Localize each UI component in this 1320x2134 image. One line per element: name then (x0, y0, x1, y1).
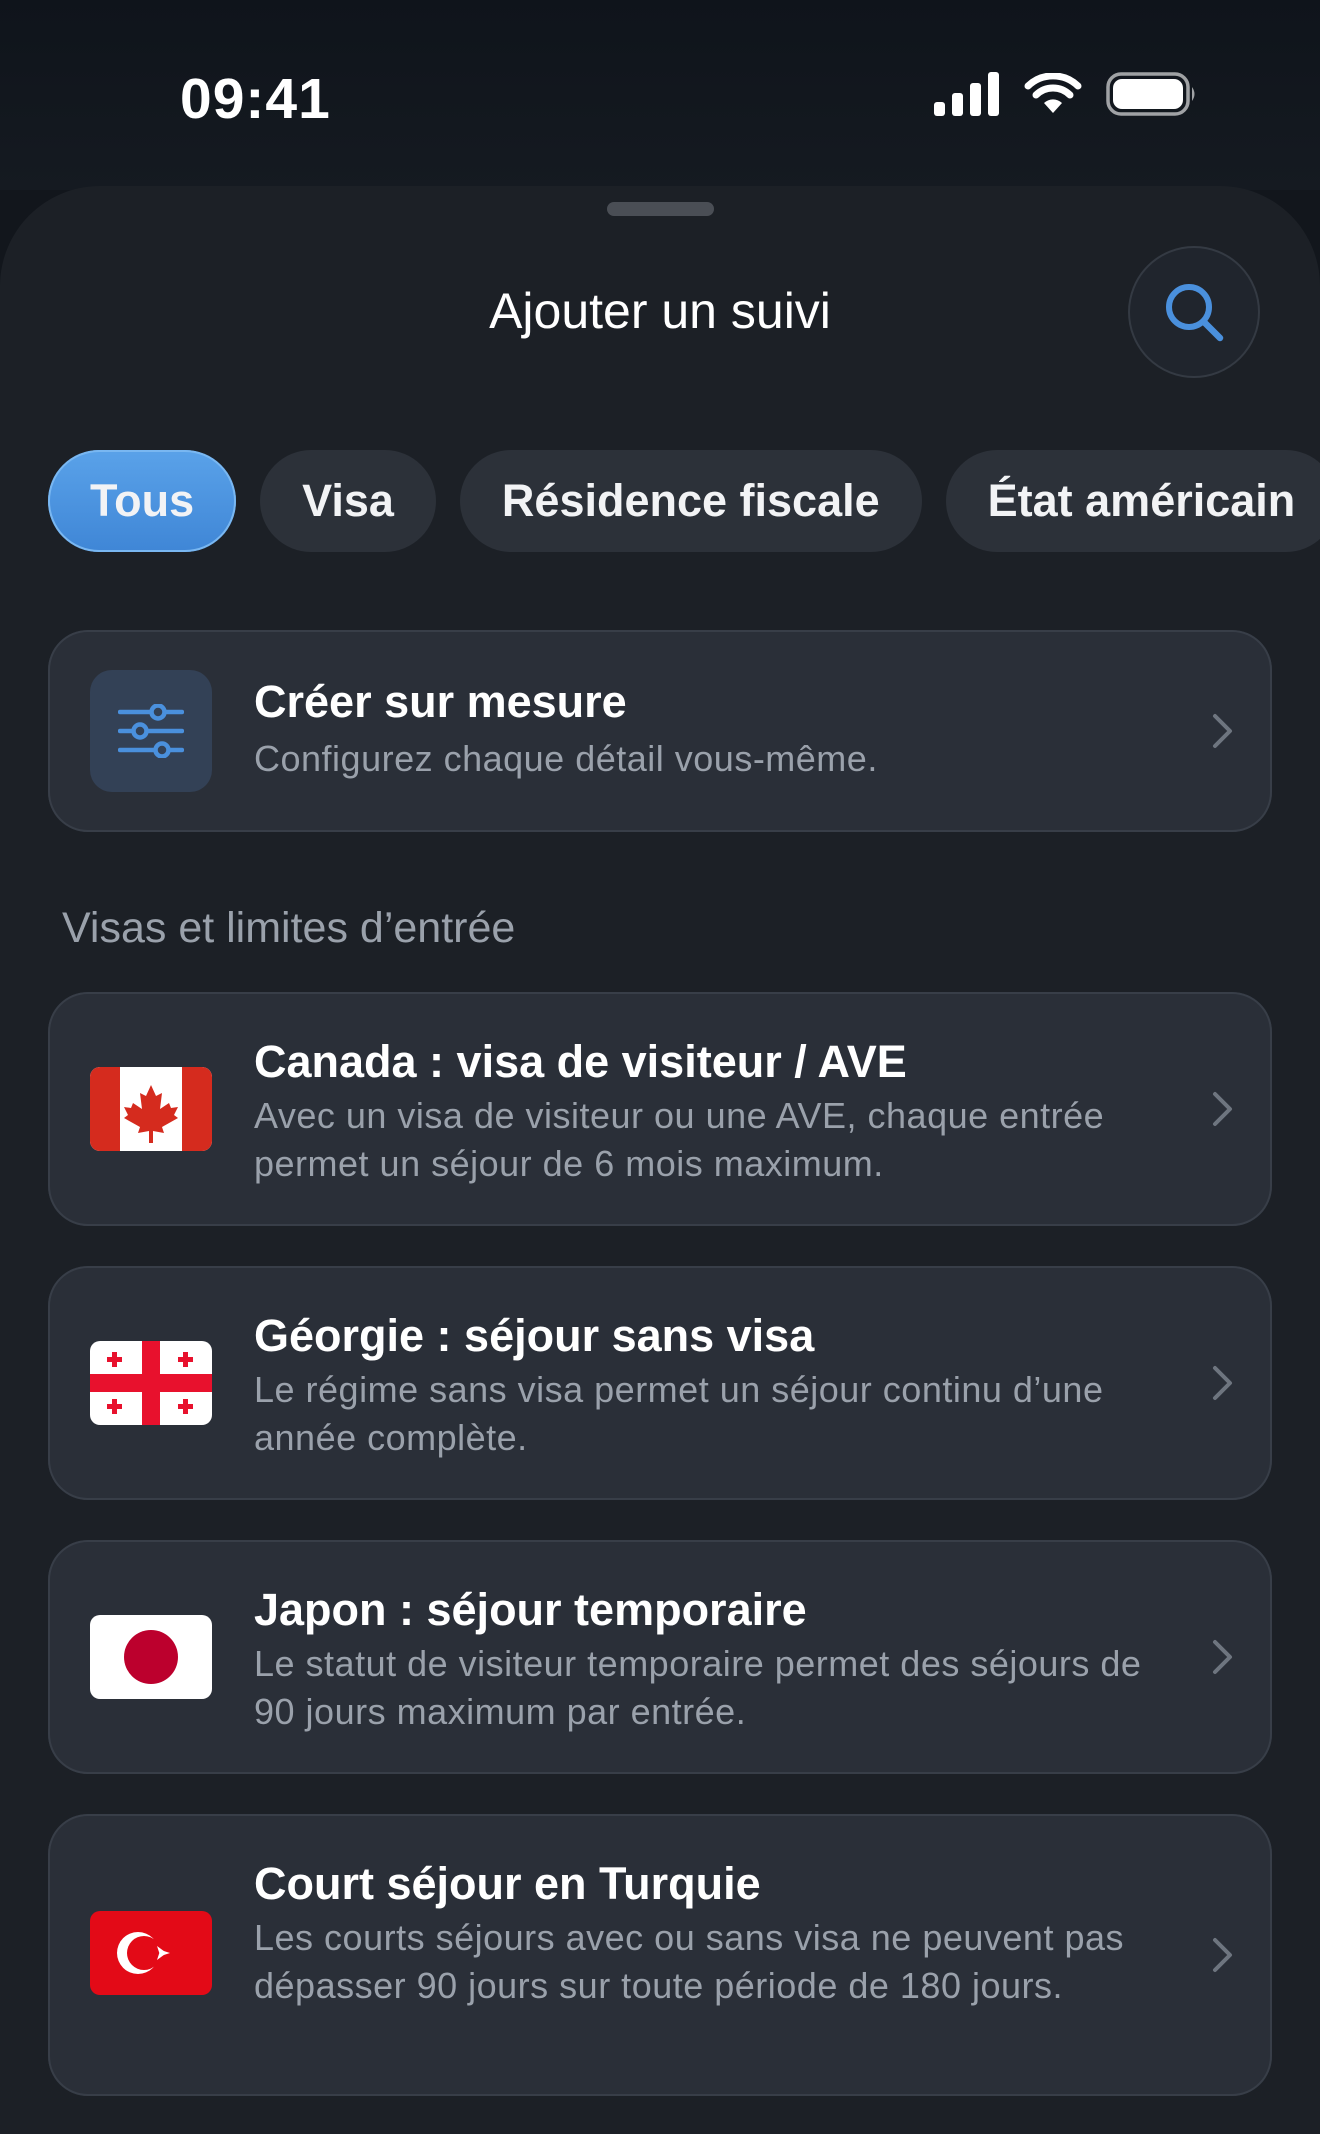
cellular-signal-icon (934, 72, 999, 116)
chevron-right-icon (1213, 714, 1232, 748)
chevron-right-icon (1213, 1640, 1232, 1674)
item-description: Les courts séjours avec ou sans visa ne … (254, 1917, 1124, 2006)
status-time: 09:41 (180, 67, 331, 131)
item-description: Avec un visa de visiteur ou une AVE, cha… (254, 1095, 1105, 1184)
japan-flag-icon (90, 1615, 212, 1699)
custom-create-title: Créer sur mesure (254, 676, 627, 727)
canada-flag-icon (90, 1067, 212, 1151)
list-item-canada[interactable]: Canada : visa de visiteur / AVE Avec un … (48, 992, 1272, 1226)
list-item-georgia[interactable]: Géorgie : séjour sans visa Le régime san… (48, 1266, 1272, 1500)
bottom-sheet: Ajouter un suivi Tous Visa Résidence fis… (0, 186, 1320, 2134)
list-item-turkey[interactable]: Court séjour en Turquie Les courts séjou… (48, 1814, 1272, 2096)
filter-chip-residence-fiscale[interactable]: Résidence fiscale (459, 450, 922, 552)
item-title: Géorgie : séjour sans visa (254, 1310, 815, 1361)
status-icons (934, 72, 1198, 116)
chevron-right-icon (1213, 1938, 1232, 1972)
item-title: Canada : visa de visiteur / AVE (254, 1036, 907, 1087)
filter-chip-visa[interactable]: Visa (260, 450, 436, 552)
chevron-right-icon (1213, 1092, 1232, 1126)
item-description: Le régime sans visa permet un séjour con… (254, 1369, 1104, 1458)
section-title: Visas et limites d’entrée (62, 904, 516, 952)
chevron-right-icon (1213, 1366, 1232, 1400)
filter-chips: Tous Visa Résidence fiscale État américa… (48, 450, 1320, 552)
sheet-grabber[interactable] (607, 202, 714, 216)
search-icon (1166, 284, 1224, 342)
item-description: Le statut de visiteur temporaire permet … (254, 1643, 1142, 1732)
status-bar: 09:41 (0, 0, 1320, 190)
georgia-flag-icon (90, 1341, 212, 1425)
list-item-japan[interactable]: Japon : séjour temporaire Le statut de v… (48, 1540, 1272, 1774)
search-button[interactable] (1128, 246, 1260, 378)
sliders-icon (90, 670, 212, 792)
battery-icon (1106, 72, 1195, 116)
sheet-title: Ajouter un suivi (489, 283, 831, 339)
filter-chip-tous[interactable]: Tous (48, 450, 237, 552)
item-title: Japon : séjour temporaire (254, 1584, 807, 1635)
custom-create-description: Configurez chaque détail vous-même. (254, 738, 878, 779)
turkey-flag-icon (90, 1911, 212, 1995)
item-title: Court séjour en Turquie (254, 1858, 761, 1909)
filter-chip-etat-americain[interactable]: État américain (945, 450, 1320, 552)
wifi-icon (1024, 73, 1082, 113)
custom-create-card[interactable]: Créer sur mesure Configurez chaque détai… (48, 630, 1272, 832)
